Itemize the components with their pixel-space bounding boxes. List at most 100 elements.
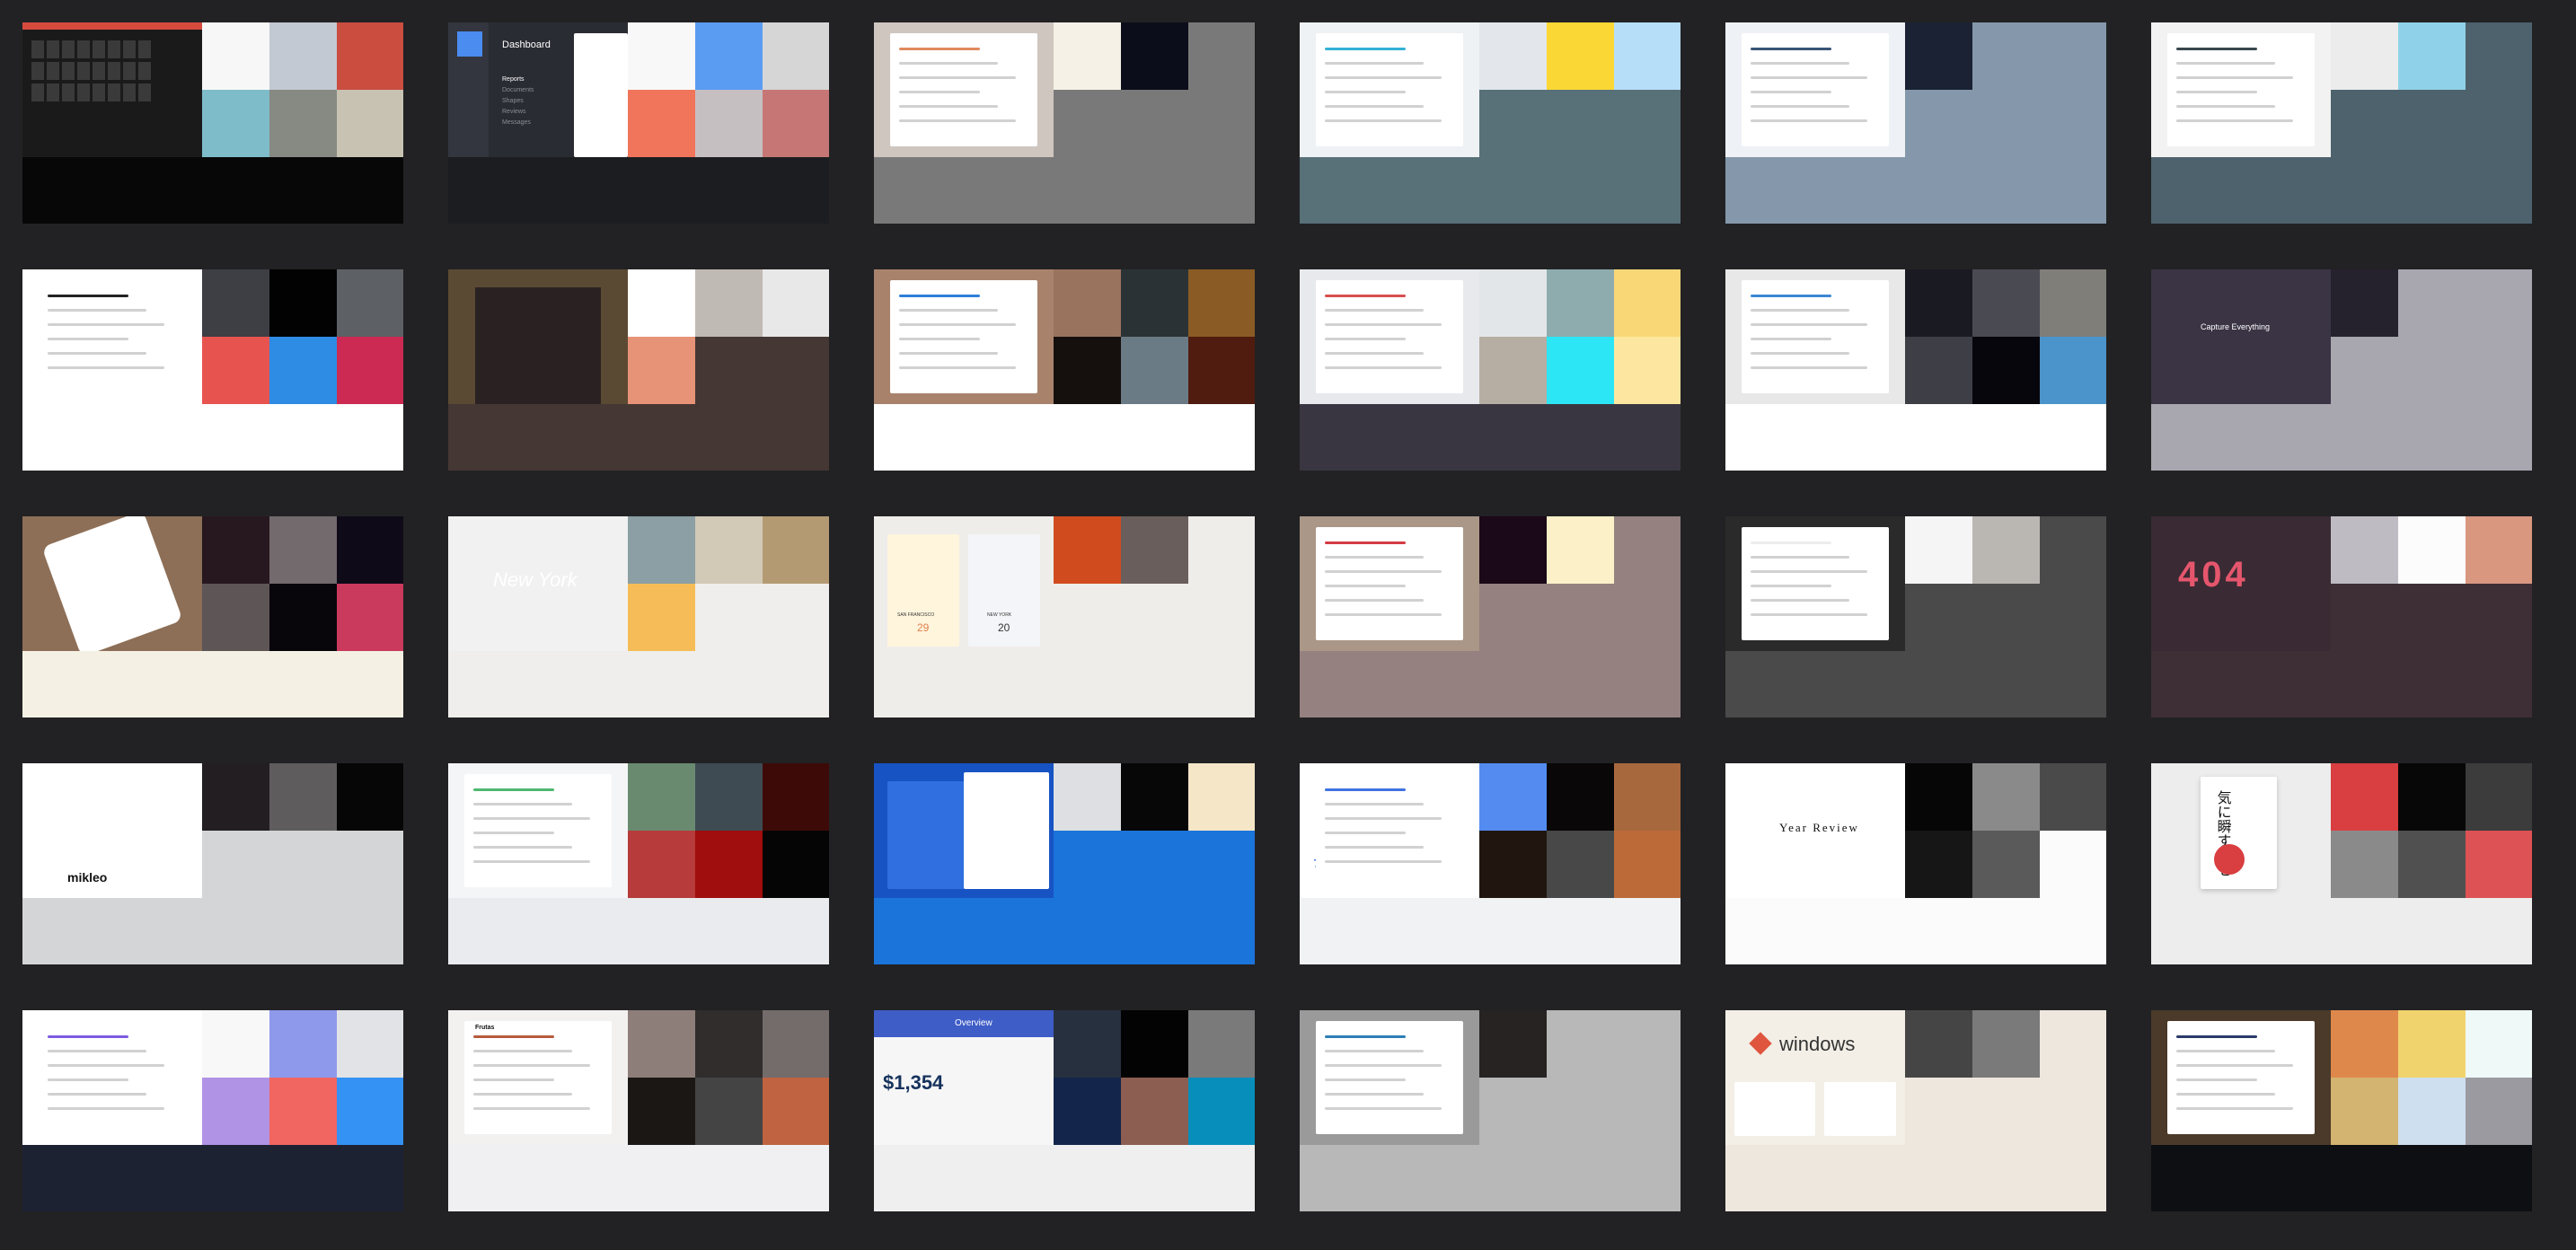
color-swatch[interactable] <box>337 1010 403 1078</box>
color-swatch[interactable] <box>1905 1010 1972 1078</box>
color-swatch[interactable] <box>695 763 763 831</box>
palette-card[interactable] <box>1300 1010 1681 1211</box>
color-swatch[interactable] <box>763 516 829 584</box>
color-swatch[interactable] <box>1188 269 1255 337</box>
color-swatch[interactable] <box>2398 1010 2466 1078</box>
color-swatch[interactable] <box>628 269 695 337</box>
color-swatch[interactable] <box>628 1078 695 1145</box>
color-swatch[interactable] <box>202 90 269 157</box>
color-swatch[interactable] <box>763 831 829 898</box>
color-swatch[interactable] <box>695 337 763 404</box>
color-swatch[interactable] <box>2466 831 2532 898</box>
color-swatch[interactable] <box>763 269 829 337</box>
color-swatch[interactable] <box>628 584 695 651</box>
color-swatch[interactable] <box>1479 1078 1547 1145</box>
palette-card[interactable]: Year Review <box>1725 763 2106 964</box>
color-swatch[interactable] <box>1188 831 1255 898</box>
palette-card[interactable] <box>1300 22 1681 224</box>
color-swatch[interactable] <box>2398 337 2466 404</box>
color-swatch[interactable] <box>269 22 337 90</box>
color-swatch[interactable] <box>1547 584 1614 651</box>
color-swatch[interactable] <box>2331 516 2398 584</box>
color-swatch[interactable] <box>269 269 337 337</box>
palette-card[interactable] <box>2151 1010 2532 1211</box>
color-swatch[interactable] <box>763 584 829 651</box>
color-swatch[interactable] <box>2040 22 2106 90</box>
color-swatch[interactable] <box>1972 584 2040 651</box>
color-swatch[interactable] <box>1905 90 1972 157</box>
color-swatch[interactable] <box>2466 584 2532 651</box>
color-swatch[interactable] <box>1905 337 1972 404</box>
palette-card[interactable] <box>1300 516 1681 717</box>
color-swatch[interactable] <box>1188 516 1255 584</box>
palette-card[interactable]: Dashboard Reports Documents Shapes Reviews Me… <box>448 22 829 224</box>
color-swatch[interactable] <box>2466 1010 2532 1078</box>
color-swatch[interactable] <box>337 763 403 831</box>
color-swatch[interactable] <box>2466 1078 2532 1145</box>
color-swatch[interactable] <box>202 763 269 831</box>
color-swatch[interactable] <box>1121 22 1188 90</box>
color-swatch[interactable] <box>2331 90 2398 157</box>
color-swatch[interactable] <box>1479 22 1547 90</box>
palette-card[interactable] <box>2151 22 2532 224</box>
color-swatch[interactable] <box>2331 269 2398 337</box>
color-swatch[interactable] <box>1121 763 1188 831</box>
color-swatch[interactable] <box>695 831 763 898</box>
color-swatch[interactable] <box>2331 1010 2398 1078</box>
color-swatch[interactable] <box>1121 1010 1188 1078</box>
color-swatch[interactable] <box>2040 516 2106 584</box>
color-swatch[interactable] <box>1547 763 1614 831</box>
palette-card[interactable]: New York <box>448 516 829 717</box>
color-swatch[interactable] <box>695 1078 763 1145</box>
color-swatch[interactable] <box>2331 763 2398 831</box>
color-swatch[interactable] <box>1121 90 1188 157</box>
palette-card[interactable]: Trello <box>1300 763 1681 964</box>
color-swatch[interactable] <box>628 337 695 404</box>
color-swatch[interactable] <box>1547 90 1614 157</box>
palette-card[interactable]: Capture Everything <box>2151 269 2532 471</box>
color-swatch[interactable] <box>763 90 829 157</box>
color-swatch[interactable] <box>1479 584 1547 651</box>
color-swatch[interactable] <box>2040 337 2106 404</box>
color-swatch[interactable] <box>1054 22 1121 90</box>
palette-card[interactable] <box>22 1010 403 1211</box>
color-swatch[interactable] <box>1054 337 1121 404</box>
color-swatch[interactable] <box>695 22 763 90</box>
color-swatch[interactable] <box>1479 516 1547 584</box>
palette-card[interactable] <box>22 269 403 471</box>
color-swatch[interactable] <box>2040 1010 2106 1078</box>
color-swatch[interactable] <box>1972 22 2040 90</box>
color-swatch[interactable] <box>2331 584 2398 651</box>
palette-card[interactable]: windows <box>1725 1010 2106 1211</box>
color-swatch[interactable] <box>1121 516 1188 584</box>
color-swatch[interactable] <box>1972 90 2040 157</box>
color-swatch[interactable] <box>337 1078 403 1145</box>
color-swatch[interactable] <box>628 831 695 898</box>
color-swatch[interactable] <box>1479 1010 1547 1078</box>
palette-card[interactable] <box>1300 269 1681 471</box>
color-swatch[interactable] <box>1188 1010 1255 1078</box>
color-swatch[interactable] <box>2040 269 2106 337</box>
color-swatch[interactable] <box>337 22 403 90</box>
color-swatch[interactable] <box>2398 22 2466 90</box>
color-swatch[interactable] <box>1121 584 1188 651</box>
color-swatch[interactable] <box>2040 584 2106 651</box>
palette-card[interactable] <box>22 22 403 224</box>
color-swatch[interactable] <box>2331 22 2398 90</box>
color-swatch[interactable] <box>695 1010 763 1078</box>
color-swatch[interactable] <box>1054 516 1121 584</box>
color-swatch[interactable] <box>1905 22 1972 90</box>
color-swatch[interactable] <box>628 1010 695 1078</box>
color-swatch[interactable] <box>202 831 269 898</box>
color-swatch[interactable] <box>628 516 695 584</box>
color-swatch[interactable] <box>337 831 403 898</box>
color-swatch[interactable] <box>1614 90 1681 157</box>
color-swatch[interactable] <box>269 763 337 831</box>
color-swatch[interactable] <box>1121 337 1188 404</box>
palette-card[interactable]: SAN FRANCISCO NEW YORK 29 20 <box>874 516 1255 717</box>
color-swatch[interactable] <box>1547 269 1614 337</box>
color-swatch[interactable] <box>628 763 695 831</box>
color-swatch[interactable] <box>1972 763 2040 831</box>
color-swatch[interactable] <box>763 337 829 404</box>
color-swatch[interactable] <box>1614 337 1681 404</box>
